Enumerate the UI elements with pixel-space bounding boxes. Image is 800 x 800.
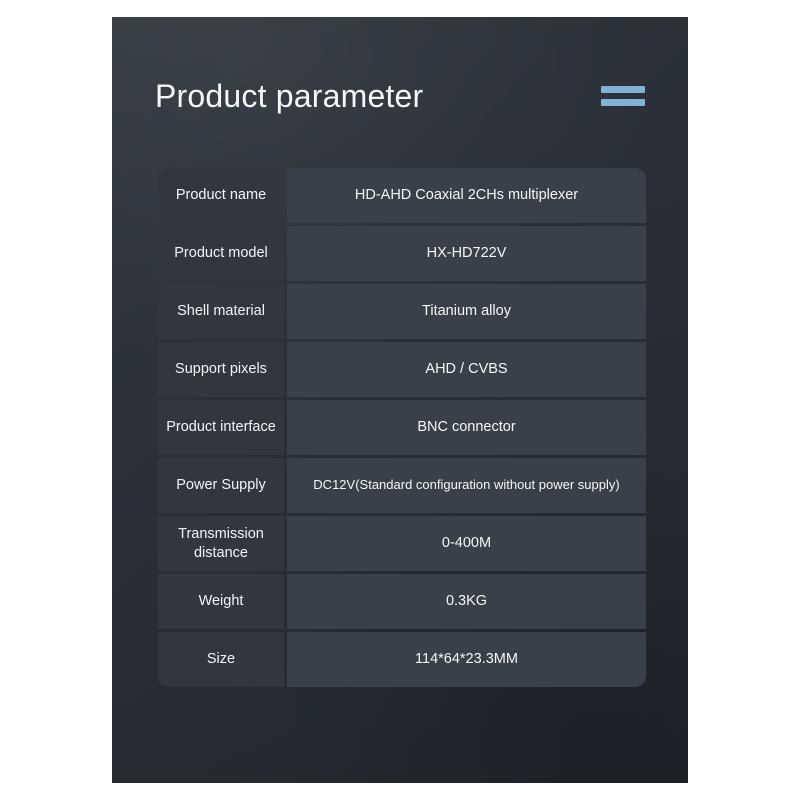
spec-value: 0.3KG [287,574,646,629]
spec-value: HX-HD722V [287,226,646,281]
product-parameter-panel: Product parameter Product name HD-AHD Co… [112,17,688,783]
table-row: Product name HD-AHD Coaxial 2CHs multipl… [158,168,646,223]
spec-value: 0-400M [287,516,646,571]
menu-icon-bar-top [601,86,645,93]
equals-menu-icon[interactable] [601,82,645,110]
spec-value: 114*64*23.3MM [287,632,646,687]
menu-icon-bar-bottom [601,99,645,106]
spec-value: AHD / CVBS [287,342,646,397]
spec-label: Power Supply [158,458,284,513]
spec-value: HD-AHD Coaxial 2CHs multiplexer [287,168,646,223]
spec-value: DC12V(Standard configuration without pow… [287,458,646,513]
spec-label: Weight [158,574,284,629]
table-row: Weight 0.3KG [158,574,646,629]
spec-value: BNC connector [287,400,646,455]
table-row: Support pixels AHD / CVBS [158,342,646,397]
page-title: Product parameter [155,78,424,114]
table-row: Power Supply DC12V(Standard configuratio… [158,458,646,513]
spec-label: Product interface [158,400,284,455]
spec-label: Size [158,632,284,687]
spec-table: Product name HD-AHD Coaxial 2CHs multipl… [158,168,646,687]
spec-label: Support pixels [158,342,284,397]
page-root: Product parameter Product name HD-AHD Co… [0,0,800,800]
table-row: Size 114*64*23.3MM [158,632,646,687]
spec-label: Product model [158,226,284,281]
spec-value: Titanium alloy [287,284,646,339]
spec-label: Shell material [158,284,284,339]
spec-label: Transmission distance [158,516,284,571]
panel-header: Product parameter [155,70,645,122]
table-row: Product model HX-HD722V [158,226,646,281]
table-row: Product interface BNC connector [158,400,646,455]
table-row: Shell material Titanium alloy [158,284,646,339]
spec-label: Product name [158,168,284,223]
table-row: Transmission distance 0-400M [158,516,646,571]
